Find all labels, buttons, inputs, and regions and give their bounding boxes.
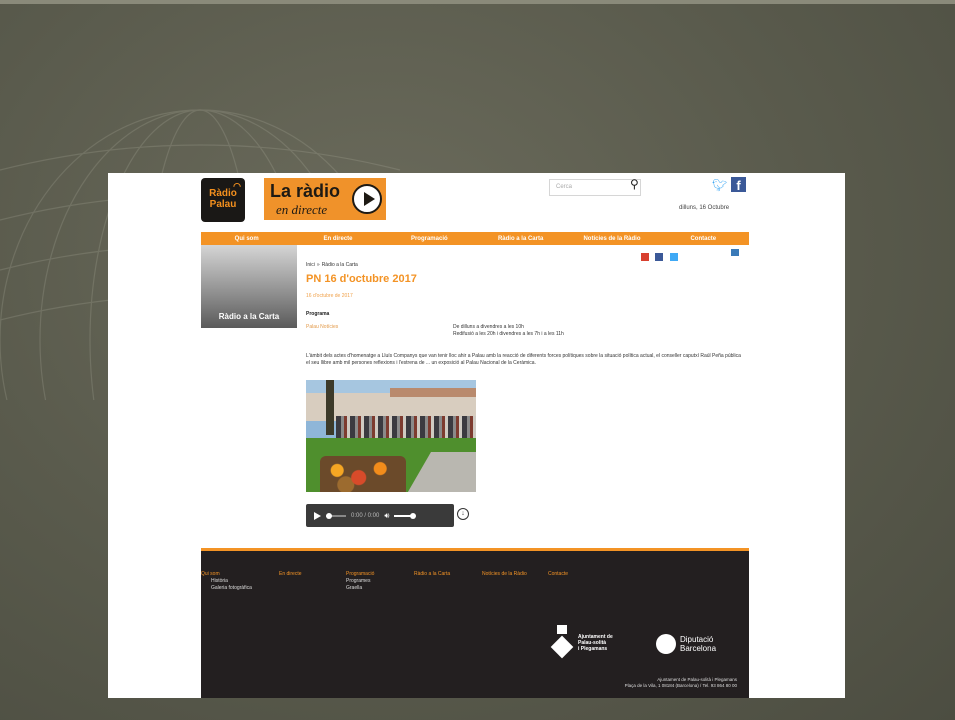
twitter-icon[interactable]: 🐦︎: [712, 178, 727, 192]
live-banner-title: La ràdio: [270, 181, 341, 201]
footer-link[interactable]: Programes: [346, 578, 374, 585]
footer-heading[interactable]: En directe: [279, 571, 302, 578]
footer-col-programacio: Programació Programes Graella: [346, 571, 374, 592]
live-banner-subtitle: en directe: [276, 202, 328, 217]
share-buttons: [641, 248, 680, 261]
footer-col-en-directe: En directe: [279, 571, 302, 578]
nav-item-contacte[interactable]: Contacte: [658, 236, 749, 242]
article-photo: [306, 380, 476, 492]
footer-heading[interactable]: Notícies de la Ràdio: [482, 571, 530, 578]
footer-col-noticies: Notícies de la Ràdio: [482, 571, 530, 578]
nav-item-radio-a-la-carta[interactable]: Ràdio a la Carta: [475, 236, 566, 242]
footer-heading[interactable]: Programació: [346, 571, 374, 578]
footer-heading[interactable]: Ràdio a la Carta: [414, 571, 450, 578]
address-line1: Ajuntament de Palau-solità i Plegamans: [657, 677, 737, 682]
council-line3: i Plegamans: [578, 646, 608, 652]
website: ◠ Ràdio Palau La ràdio en directe Cerca …: [201, 173, 749, 698]
council-shield-logo[interactable]: [550, 625, 574, 665]
diputacio-logo[interactable]: [656, 634, 676, 654]
footer-heading[interactable]: Contacte: [548, 571, 568, 578]
footer-col-radio-a-la-carta: Ràdio a la Carta: [414, 571, 450, 578]
facebook-share-icon[interactable]: [655, 253, 664, 261]
footer-heading[interactable]: Qui som: [201, 571, 252, 578]
download-icon[interactable]: ↓: [457, 508, 469, 520]
dipu-line1: Diputació: [680, 635, 714, 644]
google-plus-icon[interactable]: [641, 253, 649, 261]
progress-slider[interactable]: [326, 512, 346, 519]
screenshot-sheet: ◠ Ràdio Palau La ràdio en directe Cerca …: [108, 173, 845, 698]
main-nav: Qui som En directe Programació Ràdio a l…: [201, 232, 749, 245]
frame-top-border: [0, 0, 955, 4]
programa-link[interactable]: Palau Notícies: [306, 324, 338, 330]
logo-line2: Palau: [209, 199, 237, 210]
diputacio-name: Diputació Barcelona: [680, 635, 716, 653]
dipu-line2: Barcelona: [680, 644, 717, 653]
sidebar-banner: Ràdio a la Carta: [201, 245, 297, 328]
site-footer: Qui som Història Galeria fotogràfica En …: [201, 548, 749, 698]
post-date: 16 d'octubre de 2017: [306, 293, 353, 299]
schedule: De dilluns a divendres a les 10h Redifus…: [453, 324, 564, 338]
nav-item-qui-som[interactable]: Qui som: [201, 236, 292, 242]
footer-link[interactable]: Història: [201, 578, 252, 585]
sidebar-title: Ràdio a la Carta: [218, 312, 280, 321]
schedule-line1: De dilluns a divendres a les 10h: [453, 324, 524, 330]
footer-col-qui-som: Qui som Història Galeria fotogràfica: [201, 571, 252, 592]
live-radio-banner[interactable]: La ràdio en directe: [264, 178, 386, 220]
header-date: dilluns, 16 Octubre: [679, 205, 730, 211]
nav-item-noticies[interactable]: Notícies de la Ràdio: [566, 236, 657, 242]
broadcast-icon: ◠: [233, 181, 241, 191]
footer-address: Ajuntament de Palau-solità i Plegamans P…: [625, 677, 737, 689]
volume-icon[interactable]: 🔊︎: [384, 511, 389, 521]
print-icon[interactable]: [731, 249, 739, 256]
twitter-share-icon[interactable]: [669, 253, 678, 261]
search-icon[interactable]: ⚲: [630, 177, 639, 191]
article-description: L'àmbit dels actes d'homenatge a Lluís C…: [306, 353, 741, 366]
player-time: 0:00 / 0:00: [351, 512, 380, 519]
nav-item-en-directe[interactable]: En directe: [292, 236, 383, 242]
breadcrumb: Inici» Ràdio a la Carta: [306, 262, 358, 268]
play-button[interactable]: [314, 511, 321, 520]
council-name: Ajuntament de Palau-solità i Plegamans: [578, 634, 613, 652]
breadcrumb-home[interactable]: Inici: [306, 262, 315, 268]
footer-link[interactable]: Graella: [346, 585, 374, 592]
search-input[interactable]: Cerca: [549, 179, 641, 196]
volume-slider[interactable]: [394, 512, 417, 519]
schedule-line2: Redifusió a les 20h i divendres a les 7h…: [453, 331, 564, 337]
page-title: PN 16 d'octubre 2017: [306, 273, 417, 285]
breadcrumb-current[interactable]: Ràdio a la Carta: [322, 262, 358, 268]
nav-item-programacio[interactable]: Programació: [384, 236, 475, 242]
audio-player: 0:00 / 0:00 🔊︎: [306, 504, 454, 527]
address-line2: Plaça de la Vila, 1 08184 (Barcelona) / …: [624, 683, 737, 688]
play-icon[interactable]: [352, 184, 382, 214]
footer-col-contacte: Contacte: [548, 571, 568, 578]
programa-label: Programa: [306, 311, 330, 317]
radio-palau-logo[interactable]: ◠ Ràdio Palau: [201, 178, 245, 222]
facebook-icon[interactable]: f: [731, 177, 746, 193]
footer-link[interactable]: Galeria fotogràfica: [201, 585, 252, 592]
